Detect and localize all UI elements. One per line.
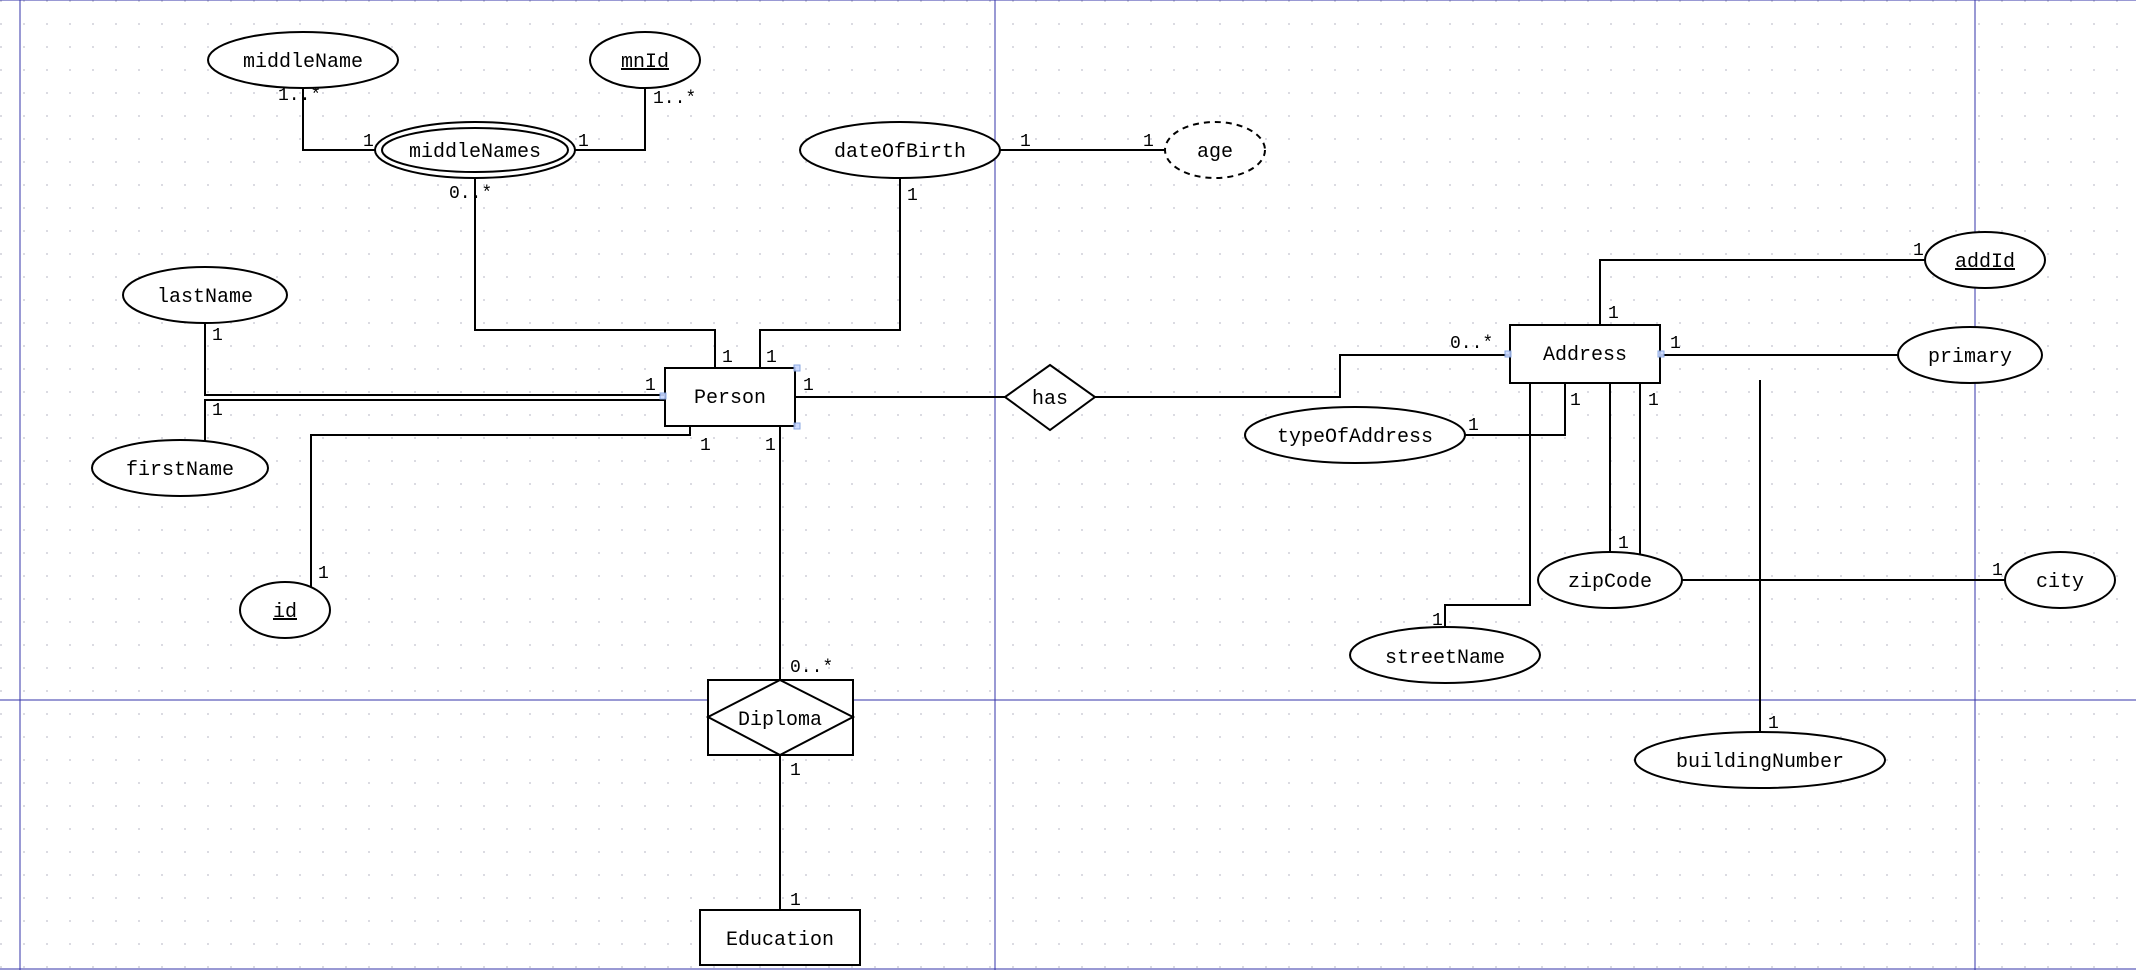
card-address-b1: 1 [1570,391,1581,411]
attr-middleName-label: middleName [243,51,363,74]
attr-addId-label: addId [1955,251,2015,274]
attr-primary[interactable]: primary [1898,327,2042,383]
card-addId: 1 [1913,241,1924,261]
attr-age[interactable]: age [1165,122,1265,178]
entity-person-label: Person [694,387,766,410]
attr-addId[interactable]: addId [1925,232,2045,288]
attr-id[interactable]: id [240,582,330,638]
attr-streetName-label: streetName [1385,647,1505,670]
card-firstName: 1 [212,401,223,421]
card-address-right1: 1 [1670,334,1681,354]
attr-streetName[interactable]: streetName [1350,627,1540,683]
card-mn-bottom: 0..* [449,184,492,204]
attr-buildingNumber[interactable]: buildingNumber [1635,732,1885,788]
attr-dateOfBirth[interactable]: dateOfBirth [800,122,1000,178]
attr-age-label: age [1197,141,1233,164]
entity-education[interactable]: Education [700,910,860,965]
attr-typeOfAddress-label: typeOfAddress [1277,426,1433,449]
er-diagram-canvas[interactable]: 1..* 1..* 1 1 0..* 1 1 1 1 1 1 1 1 1 1 1… [0,0,2136,970]
entity-education-label: Education [726,929,834,952]
attr-typeOfAddress[interactable]: typeOfAddress [1245,407,1465,463]
attr-city-label: city [2036,571,2084,594]
card-zipCode: 1 [1618,534,1629,554]
card-middleName: 1..* [278,86,321,106]
rel-diploma[interactable]: Diploma [708,680,853,755]
card-dob-right: 1 [1020,132,1031,152]
card-education: 1 [790,891,801,911]
card-buildingNumber: 1 [1768,714,1779,734]
entity-address-label: Address [1543,344,1627,367]
attr-middleName[interactable]: middleName [208,32,398,88]
attr-lastName[interactable]: lastName [123,267,287,323]
card-person-right: 1 [803,376,814,396]
card-person-bottom1: 1 [700,436,711,456]
card-mn-left: 1 [363,132,374,152]
card-address-left: 0..* [1450,334,1493,354]
attr-zipCode-label: zipCode [1568,571,1652,594]
attr-firstName-label: firstName [126,459,234,482]
attr-city[interactable]: city [2005,552,2115,608]
card-lastName: 1 [212,326,223,346]
attr-buildingNumber-label: buildingNumber [1676,751,1844,774]
card-address-b2: 1 [1648,391,1659,411]
card-mnId: 1..* [653,89,696,109]
rel-diploma-label: Diploma [738,709,822,732]
card-age-left: 1 [1143,132,1154,152]
attr-mnId-label: mnId [621,51,669,74]
attr-zipCode[interactable]: zipCode [1538,552,1682,608]
card-typeOfAddress: 1 [1468,416,1479,436]
card-diploma-bottom: 1 [790,761,801,781]
card-person-top2: 1 [766,348,777,368]
entity-address[interactable]: Address [1510,325,1660,383]
card-person-left1: 1 [645,376,656,396]
card-dob-down: 1 [907,186,918,206]
attr-mnId[interactable]: mnId [590,32,700,88]
attr-dateOfBirth-label: dateOfBirth [834,141,966,164]
card-city: 1 [1992,561,2003,581]
card-person-top1: 1 [722,348,733,368]
card-diploma-top: 0..* [790,658,833,678]
attr-firstName[interactable]: firstName [92,440,268,496]
entity-person[interactable]: Person [665,368,795,426]
attr-middleNames-label: middleNames [409,141,541,164]
card-address-top: 1 [1608,304,1619,324]
card-id: 1 [318,564,329,584]
card-person-bottom2: 1 [765,436,776,456]
attr-lastName-label: lastName [157,286,253,309]
card-mn-right: 1 [578,132,589,152]
attr-middleNames[interactable]: middleNames [375,122,575,178]
grid-background [0,0,2136,970]
attr-primary-label: primary [1928,346,2012,369]
attr-id-label: id [273,601,297,624]
rel-has-label: has [1032,388,1068,411]
